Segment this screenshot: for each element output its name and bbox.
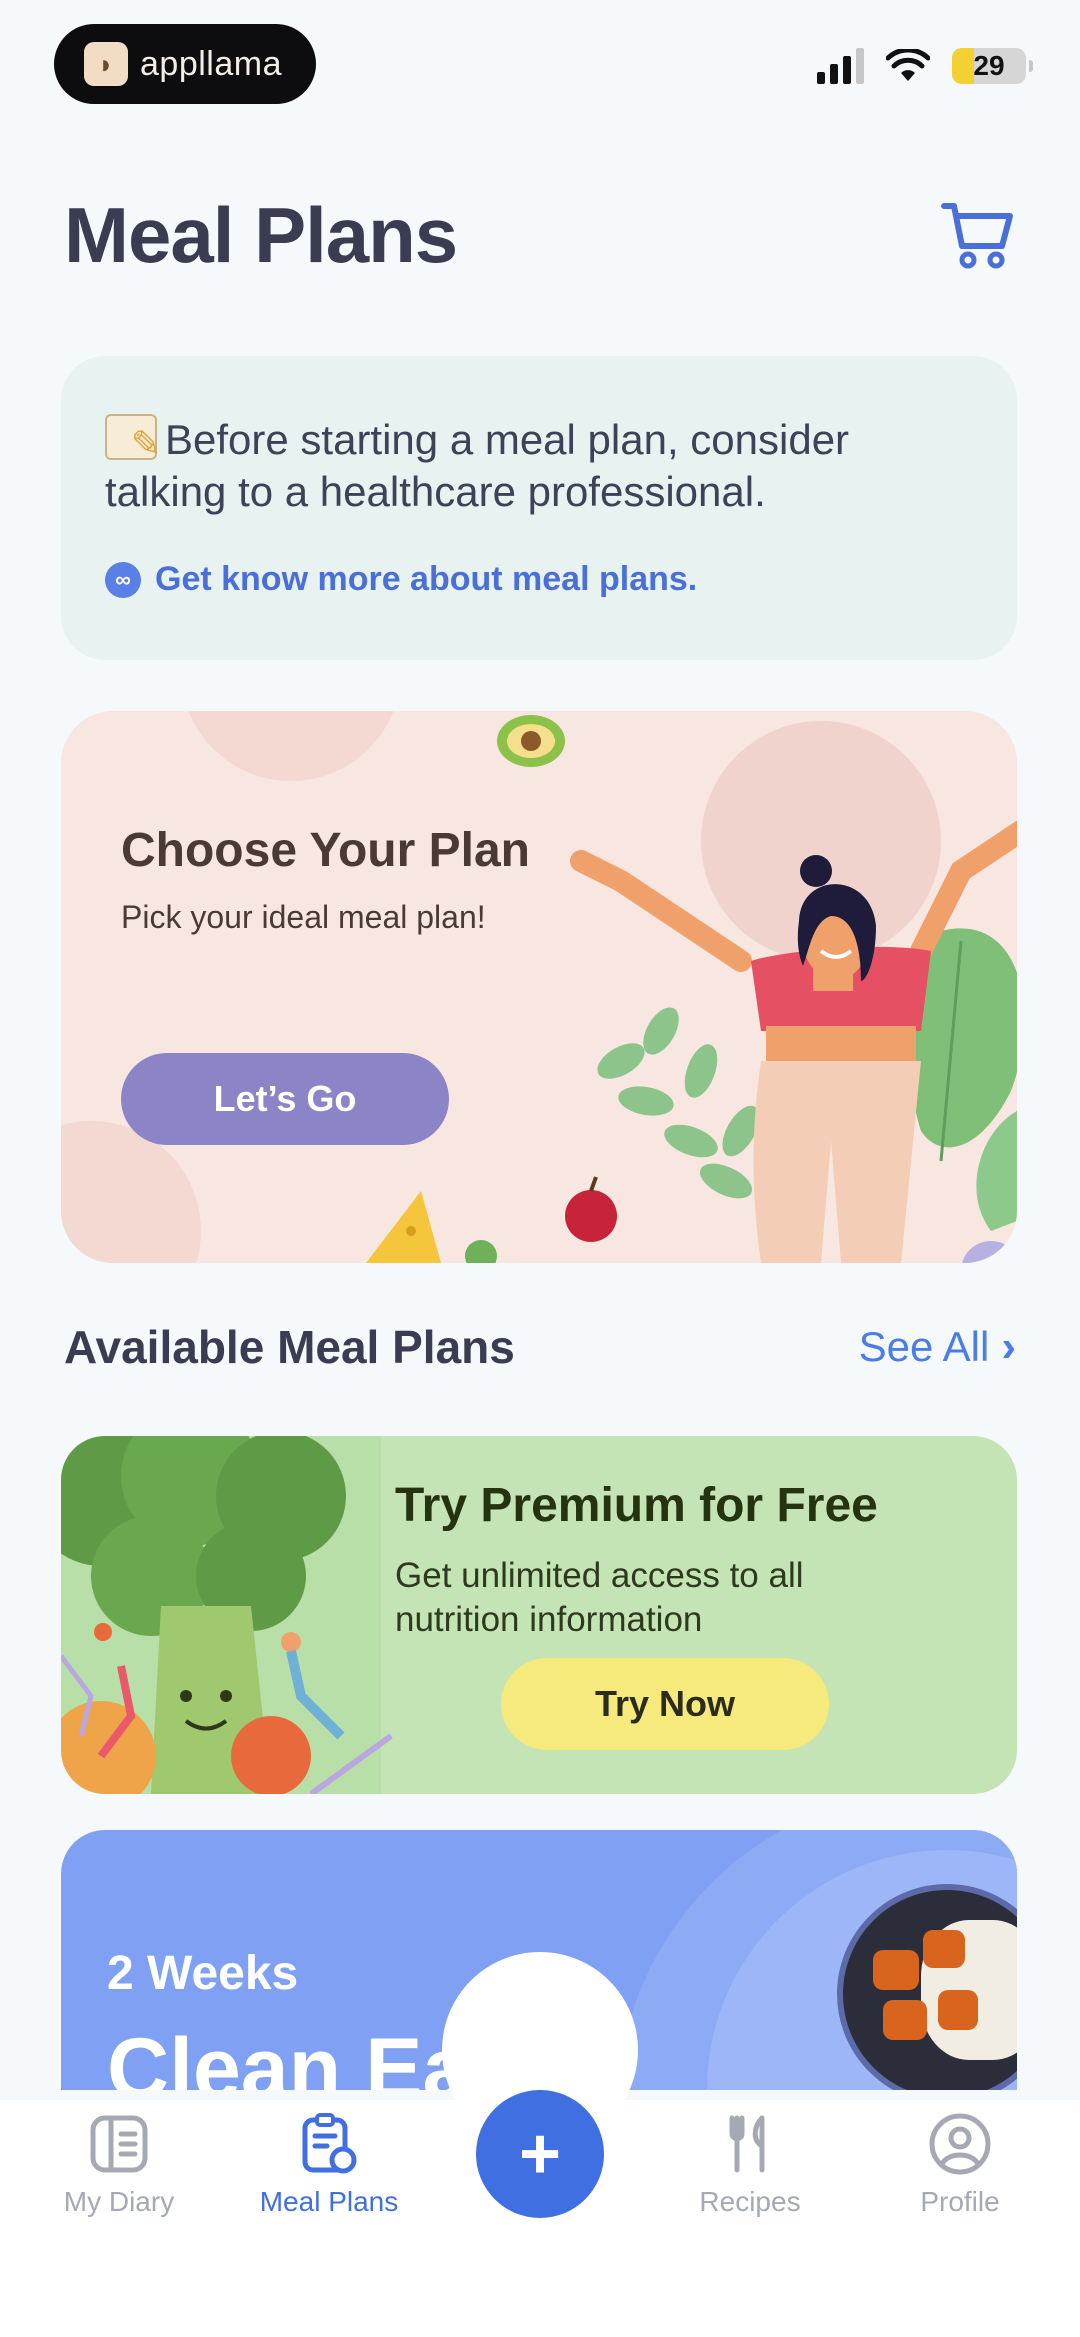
link-icon: ∞ [105,561,141,598]
premium-description: Get unlimited access to all nutrition in… [395,1556,804,1639]
see-all-label: See All [858,1323,990,1370]
nav-label: My Diary [63,2186,175,2217]
choose-plan-title: Choose Your Plan [121,824,530,877]
try-now-button[interactable]: Try Now [501,1658,829,1750]
nav-recipes[interactable]: Recipes [650,2112,850,2218]
add-button[interactable]: + [476,2090,604,2218]
nav-my-diary[interactable]: My Diary [19,2112,219,2218]
status-bar: ◗ appllama 29 [0,0,1080,120]
cart-icon [941,203,1013,269]
nav-label: Profile [920,2186,1000,2217]
plus-icon: + [518,2114,562,2194]
page-title: Meal Plans [64,191,458,279]
meal-plans-icon [302,2113,357,2174]
premium-card[interactable]: Try Premium for Free Get unlimited acces… [61,1436,1017,1794]
wifi-icon [886,49,930,81]
app-name: appllama [140,44,282,83]
diary-icon [90,2115,148,2173]
notice-text: Before starting a meal plan, consider ta… [105,416,850,515]
profile-icon [929,2113,991,2175]
nav-profile[interactable]: Profile [860,2112,1060,2218]
system-icons: 29 [817,48,1033,84]
memo-icon [105,414,161,470]
lets-go-button[interactable]: Let’s Go [121,1053,449,1145]
meal-plans-info-link[interactable]: ∞ Get know more about meal plans. [105,560,973,599]
available-meal-plans-heading: Available Meal Plans [64,1321,515,1373]
link-label: Get know more about meal plans. [155,560,698,598]
woman-with-vegetables-illustration [61,711,1017,1263]
battery-icon: 29 [952,48,1033,84]
cart-button[interactable] [940,196,1016,272]
chevron-right-icon: › [1001,1322,1016,1371]
nav-label: Meal Plans [259,2186,399,2217]
plan-duration: 2 Weeks [107,1947,299,2000]
llama-logo-icon: ◗ [84,42,128,86]
nav-label: Recipes [699,2186,801,2217]
choose-plan-card: Choose Your Plan Pick your ideal meal pl… [61,711,1017,1263]
app-badge: ◗ appllama [54,24,316,104]
cellular-signal-icon [817,48,864,84]
choose-plan-subtitle: Pick your ideal meal plan! [121,899,486,935]
premium-title: Try Premium for Free [395,1479,878,1532]
nav-meal-plans[interactable]: Meal Plans [229,2112,429,2218]
see-all-link[interactable]: See All › [859,1322,1016,1372]
healthcare-notice-card: Before starting a meal plan, consider ta… [61,356,1017,660]
battery-level: 29 [973,50,1005,81]
recipes-icon [729,2115,765,2173]
